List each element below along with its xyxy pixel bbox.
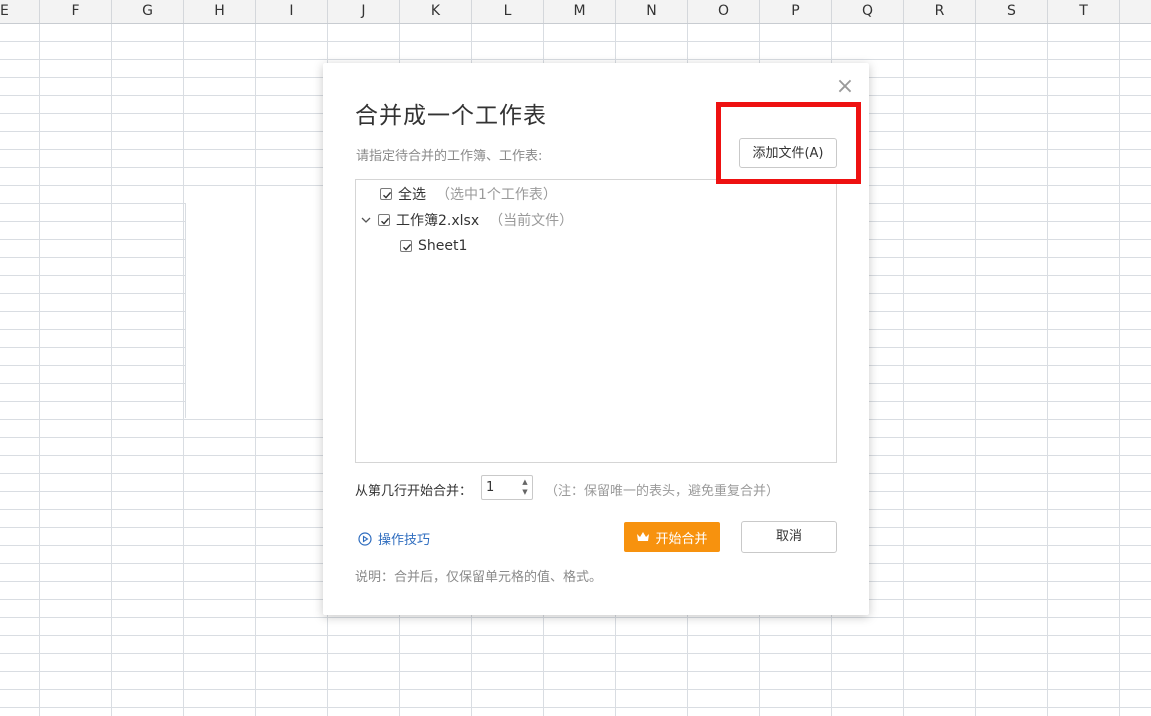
footer-note: 说明：合并后，仅保留单元格的值、格式。 bbox=[355, 570, 603, 585]
grid-column-line bbox=[1119, 24, 1120, 716]
checkmark-icon bbox=[383, 191, 392, 199]
column-header-f[interactable]: F bbox=[40, 0, 112, 23]
start-row-value: 1 bbox=[486, 480, 495, 495]
stepper-up-icon[interactable]: ▲ bbox=[520, 477, 530, 487]
column-header-r[interactable]: R bbox=[904, 0, 976, 23]
select-all-note: （选中1个工作表） bbox=[436, 187, 557, 203]
close-icon[interactable]: × bbox=[835, 76, 855, 98]
grid-column-line bbox=[255, 24, 256, 716]
column-header-o[interactable]: O bbox=[688, 0, 760, 23]
grid-column-line bbox=[111, 24, 112, 716]
merge-into-one-sheet-dialog: × 合并成一个工作表 请指定待合并的工作簿、工作表: 添加文件(A) 全选 （选… bbox=[323, 63, 869, 615]
select-all-checkbox[interactable] bbox=[380, 188, 392, 200]
grid-column-line bbox=[183, 24, 184, 716]
column-header-l[interactable]: L bbox=[472, 0, 544, 23]
cancel-button[interactable]: 取消 bbox=[741, 521, 837, 553]
sheet-checkbox[interactable] bbox=[400, 240, 412, 252]
column-header-n[interactable]: N bbox=[616, 0, 688, 23]
grid-column-line bbox=[903, 24, 904, 716]
column-header-m[interactable]: M bbox=[544, 0, 616, 23]
workbook-checkbox[interactable] bbox=[378, 214, 390, 226]
column-header-j[interactable]: J bbox=[328, 0, 400, 23]
checkmark-icon bbox=[381, 217, 390, 225]
sheet-label: Sheet1 bbox=[418, 238, 468, 254]
tree-row-sheet[interactable]: Sheet1 bbox=[400, 236, 467, 256]
tree-row-select-all[interactable]: 全选 （选中1个工作表） bbox=[380, 184, 557, 204]
start-row-note: （注：保留唯一的表头，避免重复合并） bbox=[545, 484, 780, 499]
dialog-subtitle: 请指定待合并的工作簿、工作表: bbox=[356, 149, 543, 164]
column-header-h[interactable]: H bbox=[184, 0, 256, 23]
workbook-tree: 全选 （选中1个工作表） 工作簿2.xlsx （当前文件） Sheet1 bbox=[355, 179, 837, 463]
start-row-label: 从第几行开始合并： bbox=[355, 484, 473, 499]
tree-row-workbook[interactable]: 工作簿2.xlsx （当前文件） bbox=[360, 210, 573, 230]
column-header-e[interactable]: E bbox=[0, 0, 40, 23]
tips-label: 操作技巧 bbox=[378, 533, 431, 548]
column-header-p[interactable]: P bbox=[760, 0, 832, 23]
grid-column-line bbox=[1047, 24, 1048, 716]
workbook-note: （当前文件） bbox=[489, 213, 574, 229]
select-all-label: 全选 bbox=[398, 187, 426, 203]
column-header-s[interactable]: S bbox=[976, 0, 1048, 23]
add-file-button[interactable]: 添加文件(A) bbox=[739, 138, 837, 168]
workbook-label: 工作簿2.xlsx bbox=[396, 213, 480, 229]
column-header-g[interactable]: G bbox=[112, 0, 184, 23]
column-header-row: EFGHIJKLMNOPQRST bbox=[0, 0, 1151, 24]
checkmark-icon bbox=[403, 243, 412, 251]
grid-column-line bbox=[39, 24, 40, 716]
column-header-i[interactable]: I bbox=[256, 0, 328, 23]
start-row-stepper[interactable]: 1 ▲ ▼ bbox=[481, 475, 533, 500]
crown-icon bbox=[637, 532, 650, 541]
stepper-down-icon[interactable]: ▼ bbox=[520, 487, 530, 497]
chevron-down-icon[interactable] bbox=[360, 214, 372, 226]
column-header-k[interactable]: K bbox=[400, 0, 472, 23]
play-circle-icon bbox=[358, 531, 372, 546]
dialog-title: 合并成一个工作表 bbox=[355, 103, 547, 129]
column-header-q[interactable]: Q bbox=[832, 0, 904, 23]
column-header-t[interactable]: T bbox=[1048, 0, 1120, 23]
start-merge-button[interactable]: 开始合并 bbox=[624, 522, 720, 552]
tips-link[interactable]: 操作技巧 bbox=[358, 529, 430, 548]
stepper-arrows[interactable]: ▲ ▼ bbox=[520, 477, 530, 498]
start-merge-label: 开始合并 bbox=[655, 531, 708, 547]
grid-column-line bbox=[975, 24, 976, 716]
